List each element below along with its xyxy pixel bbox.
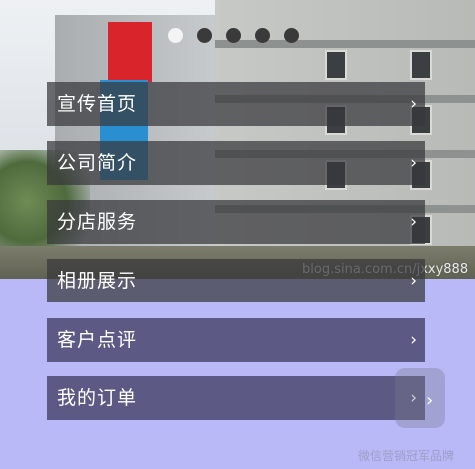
slider-dot-1[interactable] — [168, 28, 183, 43]
slider-dot-3[interactable] — [226, 28, 241, 43]
menu-item-label: 分店服务 — [57, 211, 138, 233]
chevron-right-icon: › — [410, 330, 417, 350]
chevron-right-icon: › — [410, 94, 417, 114]
menu-item-home[interactable]: 宣传首页 › — [47, 82, 425, 126]
chevron-right-icon: › — [410, 153, 417, 173]
menu-item-company-intro[interactable]: 公司简介 › — [47, 141, 425, 185]
menu-item-label: 客户点评 — [57, 329, 138, 351]
chevron-right-icon: › — [426, 390, 434, 411]
footer-watermark: 微信营销冠军品牌 — [358, 449, 455, 463]
menu-item-my-orders[interactable]: 我的订单 › — [47, 376, 425, 420]
slider-dots — [168, 28, 299, 44]
menu-item-label: 我的订单 — [57, 387, 138, 409]
brand-logo — [395, 368, 445, 428]
menu-item-branch-services[interactable]: 分店服务 › — [47, 200, 425, 244]
window — [410, 50, 432, 80]
window — [325, 50, 347, 80]
menu-item-photo-album[interactable]: 相册展示 › — [47, 259, 425, 302]
menu-item-label: 公司简介 — [57, 152, 138, 174]
menu-item-label: 相册展示 — [57, 270, 138, 292]
chevron-right-icon: › — [410, 212, 417, 232]
red-banner — [108, 22, 152, 82]
slider-dot-5[interactable] — [284, 28, 299, 43]
chevron-right-icon: › — [410, 271, 417, 291]
menu-item-label: 宣传首页 — [57, 93, 138, 115]
slider-dot-4[interactable] — [255, 28, 270, 43]
menu-item-customer-reviews[interactable]: 客户点评 › — [47, 318, 425, 362]
slider-dot-2[interactable] — [197, 28, 212, 43]
